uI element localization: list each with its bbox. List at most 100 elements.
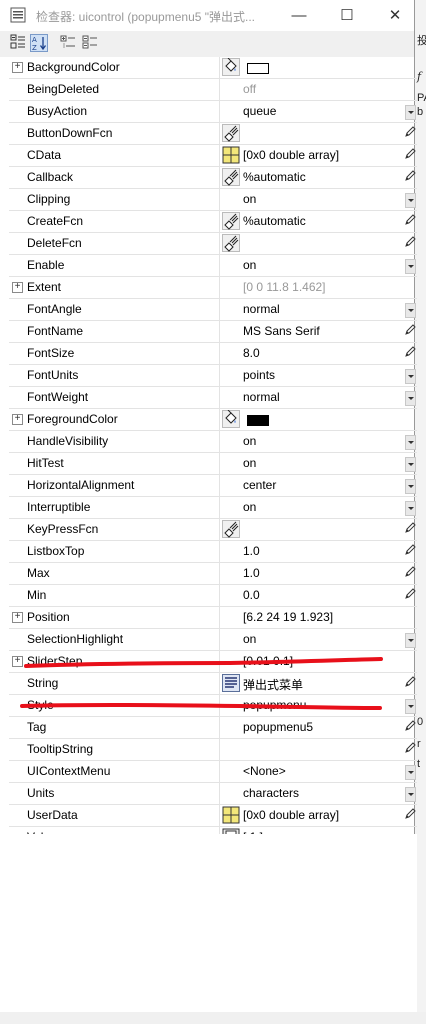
- property-value[interactable]: %automatic: [243, 170, 306, 184]
- edit-pencil-icon[interactable]: [405, 522, 416, 536]
- property-value[interactable]: %automatic: [243, 214, 306, 228]
- dropdown-arrow-icon[interactable]: [405, 105, 416, 120]
- property-value[interactable]: 弹出式菜单: [243, 676, 303, 693]
- edit-pencil-icon[interactable]: [405, 720, 416, 734]
- property-value[interactable]: points: [243, 368, 275, 382]
- dropdown-arrow-icon[interactable]: [405, 391, 416, 406]
- property-value[interactable]: 0.0: [243, 588, 260, 602]
- property-row-position[interactable]: + Position [6.2 24 19 1.923]: [9, 607, 417, 629]
- property-value[interactable]: off: [243, 82, 256, 96]
- property-row-being-deleted[interactable]: BeingDeleted off: [9, 79, 417, 101]
- property-row-selection-highlight[interactable]: SelectionHighlight on: [9, 629, 417, 651]
- property-row-font-size[interactable]: FontSize 8.0: [9, 343, 417, 365]
- property-value[interactable]: on: [243, 258, 256, 272]
- property-row-font-units[interactable]: FontUnits points: [9, 365, 417, 387]
- property-value[interactable]: <None>: [243, 764, 286, 778]
- property-value[interactable]: on: [243, 632, 256, 646]
- property-value[interactable]: 8.0: [243, 346, 260, 360]
- property-row-enable[interactable]: Enable on: [9, 255, 417, 277]
- property-row-slider-step[interactable]: + SliderStep [0.01 0.1]: [9, 651, 417, 673]
- property-row-delete-fcn[interactable]: DeleteFcn: [9, 233, 417, 255]
- edit-pencil-icon[interactable]: [405, 808, 416, 822]
- dropdown-arrow-icon[interactable]: [405, 457, 416, 472]
- property-value[interactable]: normal: [243, 390, 280, 404]
- callback-icon[interactable]: [220, 124, 242, 143]
- alphabetical-sort-button[interactable]: A Z: [30, 34, 48, 52]
- expand-toggle-icon[interactable]: +: [12, 282, 23, 293]
- dropdown-arrow-icon[interactable]: [405, 435, 416, 450]
- property-row-min[interactable]: Min 0.0: [9, 585, 417, 607]
- edit-pencil-icon[interactable]: [405, 148, 416, 162]
- collapse-all-button[interactable]: [82, 34, 100, 52]
- property-row-units[interactable]: Units characters: [9, 783, 417, 805]
- property-value[interactable]: on: [243, 500, 256, 514]
- callback-icon[interactable]: [220, 234, 242, 253]
- dropdown-arrow-icon[interactable]: [405, 699, 416, 714]
- color-swatch[interactable]: [247, 415, 269, 426]
- color-swatch[interactable]: [247, 63, 269, 74]
- dropdown-arrow-icon[interactable]: [405, 479, 416, 494]
- callback-icon[interactable]: [220, 168, 242, 187]
- property-row-font-name[interactable]: FontName MS Sans Serif: [9, 321, 417, 343]
- edit-pencil-icon[interactable]: [405, 236, 416, 250]
- property-row-handle-visibility[interactable]: HandleVisibility on: [9, 431, 417, 453]
- dropdown-arrow-icon[interactable]: [405, 259, 416, 274]
- property-row-font-weight[interactable]: FontWeight normal: [9, 387, 417, 409]
- property-row-hit-test[interactable]: HitTest on: [9, 453, 417, 475]
- property-row-uicontext-menu[interactable]: UIContextMenu <None>: [9, 761, 417, 783]
- matrix-icon[interactable]: [220, 146, 242, 165]
- property-row-horizontal-alignment[interactable]: HorizontalAlignment center: [9, 475, 417, 497]
- edit-pencil-icon[interactable]: [405, 742, 416, 756]
- edit-pencil-icon[interactable]: [405, 214, 416, 228]
- property-row-cdata[interactable]: CData [0x0 double array]: [9, 145, 417, 167]
- categorized-view-button[interactable]: [10, 34, 28, 52]
- edit-pencil-icon[interactable]: [405, 566, 416, 580]
- dropdown-arrow-icon[interactable]: [405, 787, 416, 802]
- property-value[interactable]: [0x0 double array]: [243, 148, 339, 162]
- property-value[interactable]: on: [243, 456, 256, 470]
- callback-icon[interactable]: [220, 212, 242, 231]
- color-fill-icon[interactable]: [220, 410, 242, 429]
- edit-pencil-icon[interactable]: [405, 324, 416, 338]
- callback-icon[interactable]: [220, 520, 242, 539]
- color-fill-icon[interactable]: [220, 58, 242, 77]
- property-value[interactable]: MS Sans Serif: [243, 324, 320, 338]
- expand-toggle-icon[interactable]: +: [12, 414, 23, 425]
- property-row-create-fcn[interactable]: CreateFcn %automatic: [9, 211, 417, 233]
- matrix-icon[interactable]: [220, 806, 242, 825]
- property-value[interactable]: [0x0 double array]: [243, 808, 339, 822]
- property-value[interactable]: 1.0: [243, 566, 260, 580]
- property-row-listbox-top[interactable]: ListboxTop 1.0: [9, 541, 417, 563]
- property-row-user-data[interactable]: UserData [0x0 double array]: [9, 805, 417, 827]
- dropdown-arrow-icon[interactable]: [405, 369, 416, 384]
- property-value[interactable]: on: [243, 192, 256, 206]
- expand-all-button[interactable]: [60, 34, 78, 52]
- property-row-extent[interactable]: + Extent [0 0 11.8 1.462]: [9, 277, 417, 299]
- maximize-button[interactable]: ☐: [324, 0, 370, 31]
- property-value[interactable]: center: [243, 478, 276, 492]
- property-row-tag[interactable]: Tag popupmenu5: [9, 717, 417, 739]
- minimize-button[interactable]: —: [276, 0, 322, 31]
- property-value[interactable]: [0 0 11.8 1.462]: [243, 280, 326, 294]
- property-row-background-color[interactable]: + BackgroundColor: [9, 57, 417, 79]
- property-value[interactable]: normal: [243, 302, 280, 316]
- property-row-foreground-color[interactable]: + ForegroundColor: [9, 409, 417, 431]
- expand-toggle-icon[interactable]: +: [12, 612, 23, 623]
- property-value[interactable]: 1.0: [243, 544, 260, 558]
- property-value[interactable]: [6.2 24 19 1.923]: [243, 610, 333, 624]
- property-value[interactable]: [0.01 0.1]: [243, 654, 293, 668]
- close-button[interactable]: ✕: [372, 0, 418, 31]
- dropdown-arrow-icon[interactable]: [405, 303, 416, 318]
- dropdown-arrow-icon[interactable]: [405, 633, 416, 648]
- property-value[interactable]: popupmenu: [243, 698, 306, 712]
- property-row-callback[interactable]: Callback %automatic: [9, 167, 417, 189]
- edit-pencil-icon[interactable]: [405, 170, 416, 184]
- property-row-button-down-fcn[interactable]: ButtonDownFcn: [9, 123, 417, 145]
- dropdown-arrow-icon[interactable]: [405, 765, 416, 780]
- property-value[interactable]: characters: [243, 786, 299, 800]
- property-value[interactable]: on: [243, 434, 256, 448]
- property-row-key-press-fcn[interactable]: KeyPressFcn: [9, 519, 417, 541]
- edit-pencil-icon[interactable]: [405, 346, 416, 360]
- edit-pencil-icon[interactable]: [405, 126, 416, 140]
- property-row-busy-action[interactable]: BusyAction queue: [9, 101, 417, 123]
